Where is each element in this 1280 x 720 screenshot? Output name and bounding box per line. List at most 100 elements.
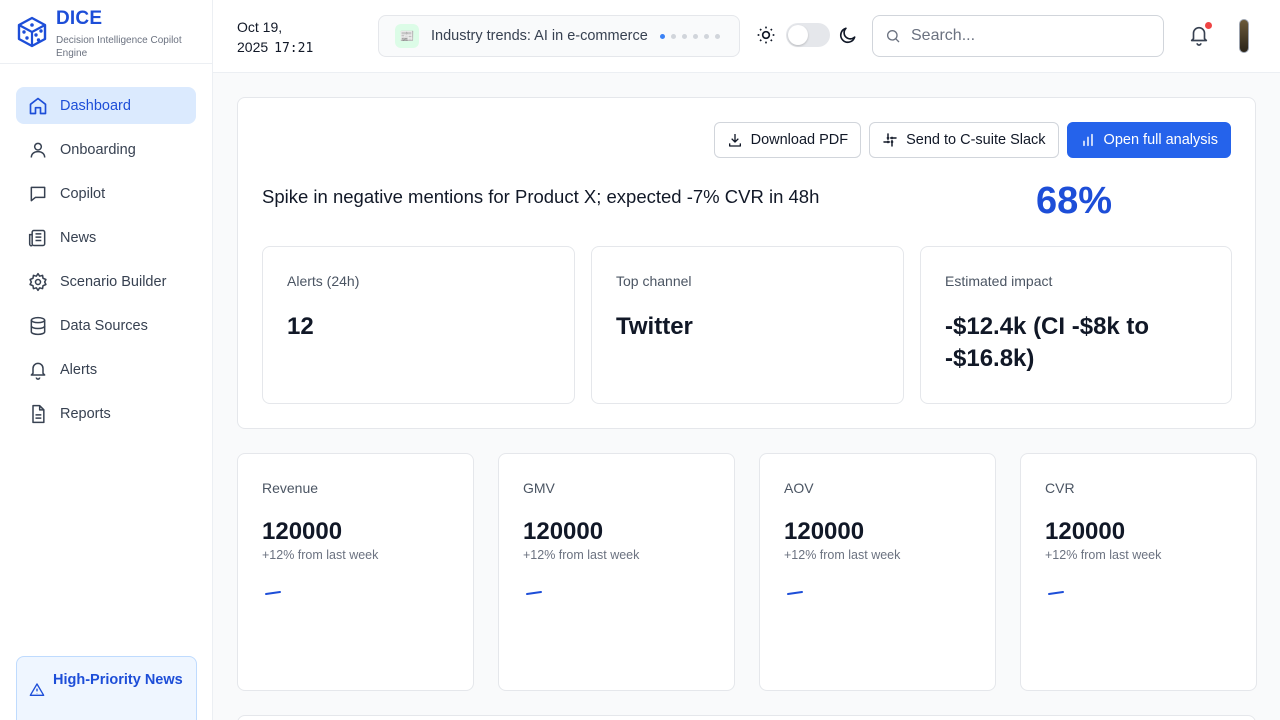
sidebar-item-alerts[interactable]: Alerts [16, 351, 196, 388]
kpi-value: 120000 [784, 518, 865, 545]
notification-badge [1205, 22, 1212, 29]
ticker-dot[interactable] [659, 33, 665, 39]
sidebar-item-label: Scenario Builder [60, 273, 167, 290]
kpi-label: AOV [784, 480, 814, 496]
sidebar-item-scenario-builder[interactable]: Scenario Builder [16, 263, 196, 300]
top-header: Oct 19, 2025 17:21 📰 Industry trends: AI … [213, 0, 1280, 73]
sidebar-item-dashboard[interactable]: Dashboard [16, 87, 196, 124]
ticker-text: Industry trends: AI in e-commerce [431, 28, 648, 44]
kpi-label: Revenue [262, 480, 319, 496]
kpi-sparkline [526, 591, 542, 595]
stat-card-top-channel: Top channel Twitter [591, 246, 904, 404]
kpi-label: GMV [523, 480, 555, 496]
sidebar-item-label: Onboarding [60, 141, 136, 158]
search-input[interactable] [911, 27, 1141, 45]
newspaper-icon: 📰 [395, 24, 419, 48]
sidebar-item-label: Data Sources [60, 317, 148, 334]
insight-headline: Spike in negative mentions for Product X… [262, 186, 820, 207]
sidebar-nav: Dashboard Onboarding Copilot News Scenar… [0, 64, 212, 432]
insight-actions: Download PDF Send to C-suite Slack Open … [706, 122, 1231, 158]
sidebar-item-onboarding[interactable]: Onboarding [16, 131, 196, 168]
notifications-button[interactable] [1188, 22, 1212, 48]
sidebar-item-label: Copilot [60, 185, 106, 202]
ticker-dot[interactable] [681, 33, 687, 39]
moon-icon [839, 27, 856, 44]
ticker-dots [659, 33, 726, 39]
date-time: Oct 19, 2025 17:21 [237, 17, 313, 59]
ticker-dot[interactable] [714, 33, 720, 39]
download-pdf-button[interactable]: Download PDF [713, 122, 862, 158]
stat-value: 12 [287, 313, 314, 340]
brand-subtitle: Decision Intelligence Copilot Engine [56, 35, 182, 59]
main-content: Download PDF Send to C-suite Slack Open … [237, 97, 1257, 720]
bar-chart-icon [1080, 132, 1096, 148]
sidebar-item-label: Alerts [60, 361, 98, 378]
kpi-delta: +12% from last week [523, 548, 640, 562]
confidence-value: 68% [1036, 180, 1113, 222]
kpi-value: 120000 [262, 518, 343, 545]
insight-card: Download PDF Send to C-suite Slack Open … [237, 97, 1256, 429]
time: 17:21 [274, 41, 314, 56]
sidebar-item-label: News [60, 229, 97, 246]
search-icon [887, 30, 900, 43]
kpi-sparkline [787, 591, 803, 595]
kpi-card-aov[interactable]: AOV 120000 +12% from last week [759, 453, 996, 691]
insight-stats: Alerts (24h) 12 Top channel Twitter Esti… [262, 246, 1232, 404]
user-icon [28, 140, 48, 160]
dice-logo-icon [17, 16, 47, 48]
download-pdf-label: Download PDF [750, 132, 849, 148]
sidebar-item-label: Reports [60, 405, 111, 422]
database-icon [28, 316, 48, 336]
sun-icon [757, 26, 775, 44]
bell-icon [28, 360, 48, 380]
kpi-label: CVR [1045, 480, 1075, 496]
newspaper-icon [28, 228, 48, 248]
news-ticker[interactable]: 📰 Industry trends: AI in e-commerce [378, 15, 740, 57]
kpi-value: 120000 [1045, 518, 1126, 545]
warning-icon [29, 682, 45, 698]
home-icon [28, 96, 48, 116]
kpi-value: 120000 [523, 518, 604, 545]
stat-card-alerts: Alerts (24h) 12 [262, 246, 575, 404]
sidebar-item-news[interactable]: News [16, 219, 196, 256]
high-priority-news-panel[interactable]: High-Priority News [16, 656, 197, 720]
sidebar: DICE Decision Intelligence Copilot Engin… [0, 0, 213, 720]
kpi-card-revenue[interactable]: Revenue 120000 +12% from last week [237, 453, 474, 691]
sidebar-item-label: Dashboard [60, 97, 131, 114]
high-priority-news-title: High-Priority News [53, 672, 183, 688]
ticker-dot[interactable] [670, 33, 676, 39]
ticker-dot[interactable] [692, 33, 698, 39]
kpi-delta: +12% from last week [1045, 548, 1162, 562]
kpi-card-cvr[interactable]: CVR 120000 +12% from last week [1020, 453, 1257, 691]
brand-name: DICE [56, 8, 103, 29]
ticker-dot[interactable] [703, 33, 709, 39]
slack-icon [882, 132, 898, 148]
stat-value: -$12.4k (CI -$8k to -$16.8k) [945, 313, 1150, 372]
brand[interactable]: DICE Decision Intelligence Copilot Engin… [0, 0, 212, 64]
file-icon [28, 404, 48, 424]
stat-value: Twitter [616, 313, 693, 340]
open-full-analysis-button[interactable]: Open full analysis [1066, 122, 1231, 158]
theme-switcher [756, 23, 858, 47]
date: Oct 19, [237, 19, 283, 35]
stat-label: Alerts (24h) [287, 273, 360, 289]
kpi-card-gmv[interactable]: GMV 120000 +12% from last week [498, 453, 735, 691]
sidebar-item-data-sources[interactable]: Data Sources [16, 307, 196, 344]
year: 2025 [237, 39, 269, 55]
download-icon [727, 132, 743, 148]
send-slack-label: Send to C-suite Slack [906, 132, 1046, 148]
avatar[interactable] [1239, 19, 1249, 53]
send-slack-button[interactable]: Send to C-suite Slack [869, 122, 1059, 158]
theme-toggle[interactable] [786, 23, 830, 47]
toggle-knob [788, 25, 808, 45]
kpi-sparkline [1048, 591, 1064, 595]
open-full-analysis-label: Open full analysis [1103, 132, 1218, 148]
stat-label: Top channel [616, 273, 692, 289]
stat-label: Estimated impact [945, 273, 1053, 289]
kpi-row: Revenue 120000 +12% from last week GMV 1… [237, 453, 1257, 691]
chat-icon [28, 184, 48, 204]
kpi-delta: +12% from last week [262, 548, 379, 562]
sidebar-item-reports[interactable]: Reports [16, 395, 196, 432]
sidebar-item-copilot[interactable]: Copilot [16, 175, 196, 212]
kpi-sparkline [265, 591, 281, 595]
